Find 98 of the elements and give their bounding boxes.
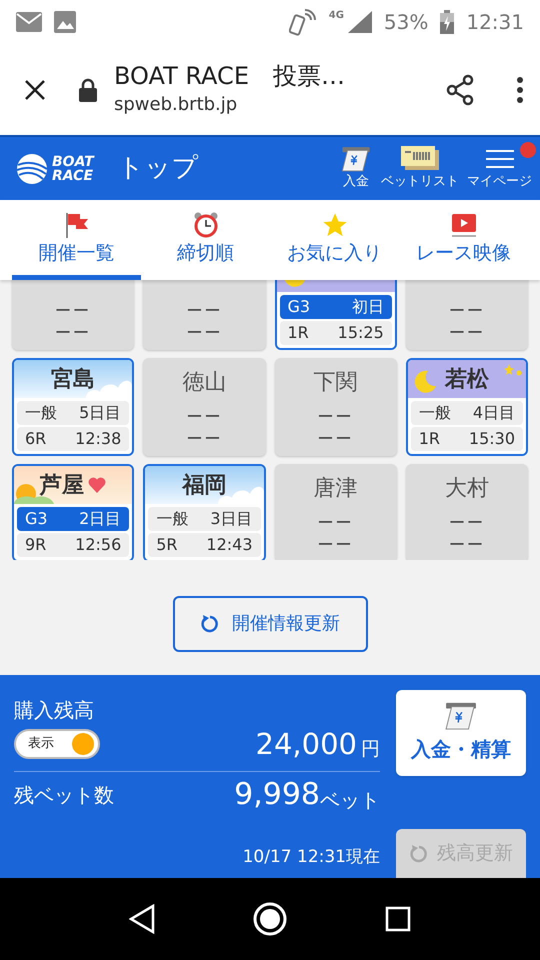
empty-placeholder: ーー: [318, 534, 354, 556]
heart-icon: [88, 477, 106, 493]
empty-placeholder: ーー: [318, 512, 354, 534]
venue-card[interactable]: ーー ーー: [12, 280, 134, 350]
venue-name: 福岡: [182, 472, 226, 500]
race-time: 15:30: [468, 428, 515, 450]
header-title: トップ: [118, 152, 199, 185]
grade-label: 一般: [156, 508, 188, 530]
currency-unit: 円: [361, 740, 380, 759]
empty-placeholder: ーー: [186, 300, 222, 322]
grade-label: 一般: [25, 402, 57, 424]
venue-card[interactable]: 徳山 ーー ーー: [143, 358, 266, 456]
race-time: 12:43: [206, 534, 252, 556]
race-number: 5R: [156, 534, 178, 556]
timestamp: 10/17 12:31現在: [242, 846, 380, 868]
empty-placeholder: ーー: [448, 534, 485, 556]
grade-label: G3: [25, 508, 48, 530]
bets-count: 9,998: [234, 780, 320, 810]
day-label: 4日目: [472, 402, 515, 424]
header-action[interactable]: 入金: [335, 146, 377, 192]
day-label: 2日目: [79, 508, 122, 530]
grade-label: 一般: [418, 402, 451, 424]
clock-time: 12:31: [466, 9, 524, 36]
race-time: 12:56: [75, 534, 122, 556]
grade-label: G3: [288, 296, 310, 318]
display-toggle[interactable]: 表示: [14, 729, 100, 759]
race-number: 6R: [25, 428, 46, 450]
header-action[interactable]: ベットリスト: [377, 146, 463, 192]
day-label: 3日目: [210, 508, 252, 530]
empty-placeholder: ーー: [186, 428, 222, 450]
signal-icon: [348, 11, 372, 33]
venue-card[interactable]: 唐津 ーー ーー: [274, 464, 397, 560]
nfc-phone-icon: [288, 8, 317, 36]
logo-text: RACE: [52, 168, 94, 182]
venue-card[interactable]: 福岡 一般 3日目 5R 12:43: [143, 464, 266, 560]
empty-placeholder: ーー: [318, 406, 354, 428]
tab[interactable]: 締切順: [141, 200, 270, 280]
refresh-icon: [200, 614, 220, 634]
back-icon[interactable]: [128, 904, 155, 934]
empty-placeholder: ーー: [55, 322, 92, 344]
day-label: 5日目: [79, 402, 122, 424]
venue-card[interactable]: ーー ーー: [143, 280, 266, 350]
venue-name: 徳山: [182, 368, 226, 396]
logo-text: BOAT: [52, 154, 94, 168]
toggle-knob: [72, 733, 94, 755]
empty-placeholder: ーー: [448, 322, 485, 344]
day-label: 初日: [352, 296, 384, 318]
battery-percent: 53%: [384, 9, 428, 36]
empty-placeholder: ーー: [448, 300, 485, 322]
more-icon[interactable]: [516, 76, 524, 104]
tab[interactable]: レース映像: [399, 200, 528, 280]
page-title: BOAT RACE 投票…: [114, 61, 346, 91]
empty-placeholder: ーー: [448, 512, 485, 534]
deposit-button[interactable]: 入金・精算: [396, 690, 526, 776]
venue-card[interactable]: ーー ーー: [406, 280, 528, 350]
venue-name: 若松: [444, 366, 489, 394]
image-icon: [54, 11, 76, 33]
close-icon[interactable]: [24, 78, 46, 100]
venue-card[interactable]: 若松 一般 4日目 1R 15:30: [406, 358, 528, 456]
race-number: 1R: [418, 428, 440, 450]
url-text: spweb.brtb.jp: [114, 93, 238, 117]
battery-icon: [440, 10, 454, 34]
venue-name: 大村: [444, 474, 489, 502]
refresh-icon: [409, 844, 429, 864]
venue-name: 芦屋: [40, 472, 84, 500]
venue-card[interactable]: 下関 ーー ーー: [274, 358, 397, 456]
venue-name: 唐津: [314, 474, 358, 502]
tickets-icon: [401, 146, 439, 172]
tab[interactable]: お気に入り: [270, 200, 399, 280]
balance-amount: 24,000: [256, 730, 357, 759]
venue-card[interactable]: G3 初日 1R 15:25: [274, 280, 397, 350]
stars-icon: [504, 364, 522, 378]
race-number: 1R: [288, 322, 309, 344]
lock-icon: [78, 78, 98, 102]
empty-placeholder: ーー: [186, 322, 222, 344]
recents-icon[interactable]: [385, 906, 412, 932]
race-time: 15:25: [338, 322, 384, 344]
race-number: 9R: [25, 534, 46, 556]
refresh-info-button[interactable]: 開催情報更新: [172, 596, 368, 652]
balance-label: 購入残高: [14, 697, 95, 724]
venue-card[interactable]: 芦屋 G3 2日目 9R 12:56: [12, 464, 134, 560]
network-label: 4G: [328, 9, 344, 23]
bets-unit: ベット: [320, 790, 380, 810]
logo-icon: [16, 152, 48, 184]
mail-icon: [16, 12, 42, 32]
empty-placeholder: ーー: [318, 428, 354, 450]
venue-card[interactable]: 宮島 一般 5日目 6R 12:38: [12, 358, 134, 456]
venue-name: 宮島: [51, 366, 96, 394]
race-time: 12:38: [75, 428, 122, 450]
bets-label: 残ベット数: [14, 782, 114, 809]
venue-name: 下関: [314, 368, 358, 396]
empty-placeholder: ーー: [55, 300, 92, 322]
home-icon[interactable]: [252, 901, 288, 937]
alarm-clock-icon: [192, 210, 220, 238]
header-action[interactable]: マイページ: [463, 146, 536, 192]
venue-card[interactable]: 大村 ーー ーー: [406, 464, 528, 560]
share-icon[interactable]: [444, 74, 476, 106]
empty-placeholder: ーー: [186, 406, 222, 428]
